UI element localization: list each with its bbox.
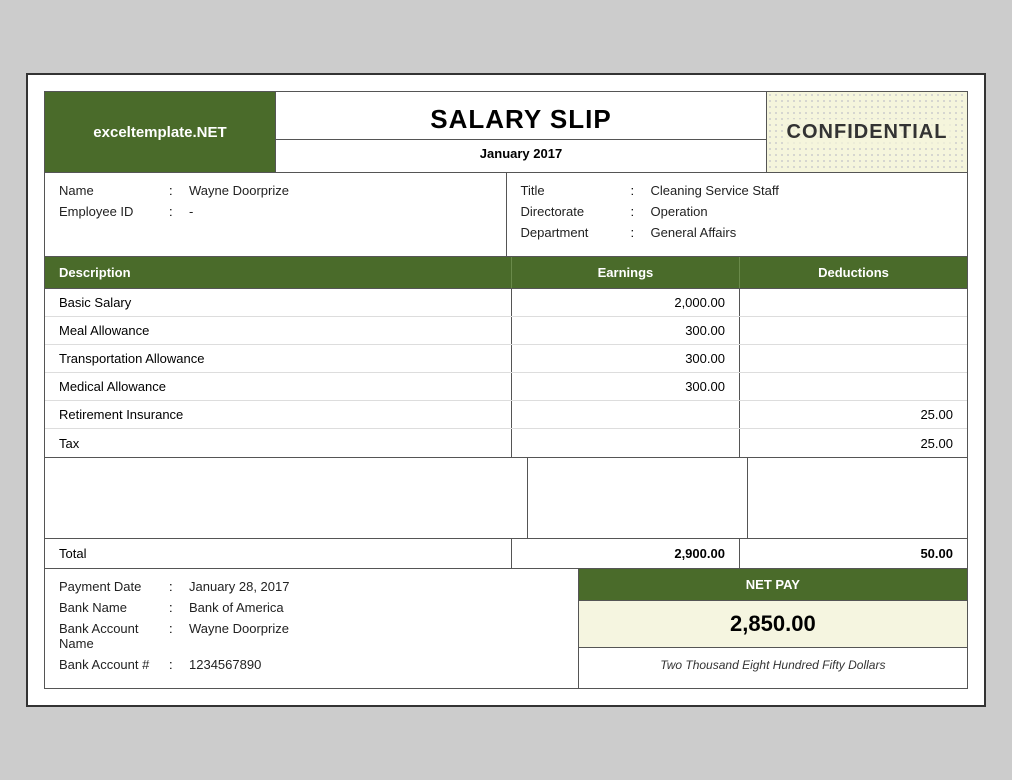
directorate-colon: : bbox=[631, 204, 651, 219]
department-value: General Affairs bbox=[651, 225, 737, 240]
payment-date-value: January 28, 2017 bbox=[189, 579, 289, 594]
bottom-right: NET PAY 2,850.00 Two Thousand Eight Hund… bbox=[579, 569, 967, 688]
cell-earnings bbox=[512, 429, 740, 457]
account-num-row: Bank Account # : 1234567890 bbox=[59, 657, 564, 672]
logo-text: exceltemplate.NET bbox=[93, 124, 226, 141]
account-num-label: Bank Account # bbox=[59, 657, 169, 672]
confidential-box: CONFIDENTIAL bbox=[767, 92, 967, 172]
total-earnings: 2,900.00 bbox=[512, 539, 740, 568]
table-row: Medical Allowance 300.00 bbox=[45, 373, 967, 401]
department-label: Department bbox=[521, 225, 631, 240]
payment-date-row: Payment Date : January 28, 2017 bbox=[59, 579, 564, 594]
name-row: Name : Wayne Doorprize bbox=[59, 183, 492, 198]
directorate-row: Directorate : Operation bbox=[521, 204, 954, 219]
cell-earnings: 300.00 bbox=[512, 345, 740, 372]
cell-deductions bbox=[740, 373, 967, 400]
confidential-text: CONFIDENTIAL bbox=[783, 119, 952, 146]
name-value: Wayne Doorprize bbox=[189, 183, 289, 198]
table-header: Description Earnings Deductions bbox=[44, 257, 968, 289]
spacer-desc bbox=[45, 458, 528, 538]
id-colon: : bbox=[169, 204, 189, 219]
cell-deductions bbox=[740, 317, 967, 344]
table-row: Basic Salary 2,000.00 bbox=[45, 289, 967, 317]
net-pay-header: NET PAY bbox=[579, 569, 967, 601]
bottom-left: Payment Date : January 28, 2017 Bank Nam… bbox=[45, 569, 579, 688]
cell-desc: Basic Salary bbox=[45, 289, 512, 316]
spacer-earn bbox=[528, 458, 748, 538]
title-row: Title : Cleaning Service Staff bbox=[521, 183, 954, 198]
col-deductions-header: Deductions bbox=[740, 257, 967, 288]
cell-earnings bbox=[512, 401, 740, 428]
net-pay-amount: 2,850.00 bbox=[579, 601, 967, 648]
account-num-value: 1234567890 bbox=[189, 657, 261, 672]
col-earnings-header: Earnings bbox=[512, 257, 740, 288]
header: exceltemplate.NET SALARY SLIP January 20… bbox=[44, 91, 968, 173]
account-name-row: Bank Account Name : Wayne Doorprize bbox=[59, 621, 564, 651]
payment-date-label: Payment Date bbox=[59, 579, 169, 594]
directorate-value: Operation bbox=[651, 204, 708, 219]
department-row: Department : General Affairs bbox=[521, 225, 954, 240]
title-value: Cleaning Service Staff bbox=[651, 183, 779, 198]
info-left: Name : Wayne Doorprize Employee ID : - bbox=[45, 173, 507, 256]
slip-date: January 2017 bbox=[276, 139, 766, 167]
bank-name-row: Bank Name : Bank of America bbox=[59, 600, 564, 615]
cell-earnings: 2,000.00 bbox=[512, 289, 740, 316]
total-label: Total bbox=[45, 539, 512, 568]
info-section: Name : Wayne Doorprize Employee ID : - T… bbox=[44, 173, 968, 257]
cell-deductions: 25.00 bbox=[740, 401, 967, 428]
bottom-section: Payment Date : January 28, 2017 Bank Nam… bbox=[44, 569, 968, 689]
bank-name-label: Bank Name bbox=[59, 600, 169, 615]
department-colon: : bbox=[631, 225, 651, 240]
total-deductions: 50.00 bbox=[740, 539, 967, 568]
net-pay-words: Two Thousand Eight Hundred Fifty Dollars bbox=[579, 648, 967, 682]
info-right: Title : Cleaning Service Staff Directora… bbox=[507, 173, 968, 256]
cell-deductions bbox=[740, 345, 967, 372]
slip-title: SALARY SLIP bbox=[276, 92, 766, 139]
bank-name-value: Bank of America bbox=[189, 600, 284, 615]
account-name-label: Bank Account Name bbox=[59, 621, 169, 651]
cell-desc: Medical Allowance bbox=[45, 373, 512, 400]
cell-earnings: 300.00 bbox=[512, 317, 740, 344]
logo: exceltemplate.NET bbox=[45, 92, 275, 172]
table-body: Basic Salary 2,000.00 Meal Allowance 300… bbox=[44, 289, 968, 458]
name-label: Name bbox=[59, 183, 169, 198]
id-label: Employee ID bbox=[59, 204, 169, 219]
cell-desc: Tax bbox=[45, 429, 512, 457]
cell-desc: Meal Allowance bbox=[45, 317, 512, 344]
total-row: Total 2,900.00 50.00 bbox=[44, 538, 968, 569]
table-row: Transportation Allowance 300.00 bbox=[45, 345, 967, 373]
table-row: Tax 25.00 bbox=[45, 429, 967, 457]
cell-deductions bbox=[740, 289, 967, 316]
id-value: - bbox=[189, 204, 193, 219]
cell-earnings: 300.00 bbox=[512, 373, 740, 400]
cell-desc: Transportation Allowance bbox=[45, 345, 512, 372]
id-row: Employee ID : - bbox=[59, 204, 492, 219]
salary-slip-page: exceltemplate.NET SALARY SLIP January 20… bbox=[26, 73, 986, 707]
spacer-ded bbox=[748, 458, 967, 538]
cell-deductions: 25.00 bbox=[740, 429, 967, 457]
directorate-label: Directorate bbox=[521, 204, 631, 219]
table-row: Retirement Insurance 25.00 bbox=[45, 401, 967, 429]
name-colon: : bbox=[169, 183, 189, 198]
title-label: Title bbox=[521, 183, 631, 198]
spacer-rows bbox=[44, 458, 968, 538]
col-desc-header: Description bbox=[45, 257, 512, 288]
header-center: SALARY SLIP January 2017 bbox=[275, 92, 767, 172]
cell-desc: Retirement Insurance bbox=[45, 401, 512, 428]
account-name-value: Wayne Doorprize bbox=[189, 621, 289, 636]
table-row: Meal Allowance 300.00 bbox=[45, 317, 967, 345]
title-colon: : bbox=[631, 183, 651, 198]
